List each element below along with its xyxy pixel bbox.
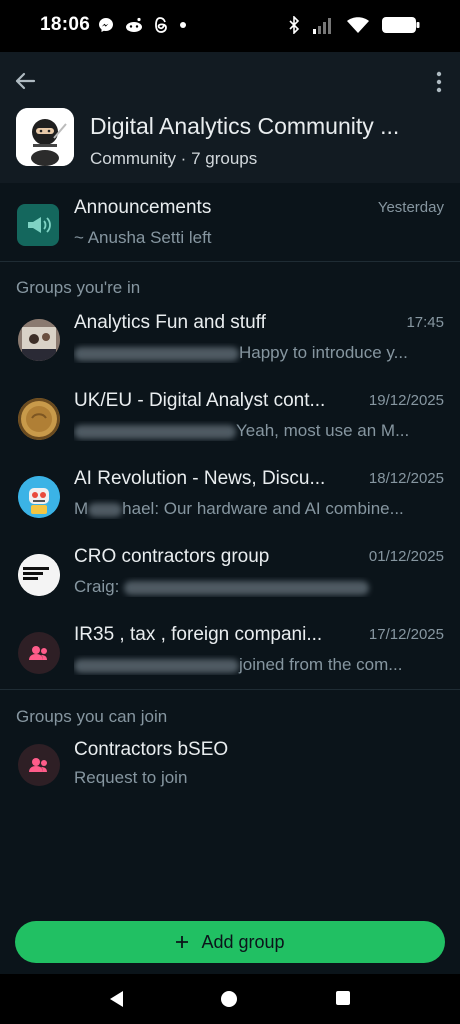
announcements-time: Yesterday <box>377 199 444 216</box>
section-groups-in: Groups you're in <box>16 278 141 297</box>
redacted-sender <box>74 658 239 673</box>
group-row[interactable]: IR35 , tax , foreign compani... 17/12/20… <box>0 619 460 687</box>
group-avatar <box>18 744 60 786</box>
group-people-icon <box>29 758 47 772</box>
add-group-button[interactable]: Add group <box>15 921 445 963</box>
announcements-avatar <box>17 204 59 246</box>
add-group-label: Add group <box>201 931 285 952</box>
dot-icon <box>180 22 186 28</box>
group-name: AI Revolution - News, Discu... <box>74 468 326 489</box>
announcements-message: ~ Anusha Setti left <box>74 228 212 247</box>
group-name: CRO contractors group <box>74 546 270 567</box>
status-time: 18:06 <box>40 14 91 35</box>
plus-icon <box>176 936 189 948</box>
divider <box>0 689 460 690</box>
group-message: Mhael: Our hardware and AI combine... <box>74 499 404 518</box>
ninja-avatar-image <box>16 108 74 166</box>
community-header: Digital Analytics Community ... Communit… <box>0 52 460 183</box>
group-time: 01/12/2025 <box>368 548 444 565</box>
join-status: Request to join <box>74 768 188 787</box>
group-time: 17:45 <box>406 314 444 331</box>
group-name: Analytics Fun and stuff <box>74 312 266 333</box>
group-people-icon <box>29 646 47 660</box>
group-avatar <box>18 476 60 518</box>
coin-avatar-icon <box>18 398 60 440</box>
megaphone-icon <box>28 217 51 233</box>
group-name: IR35 , tax , foreign compani... <box>74 624 323 645</box>
group-avatar <box>18 632 60 674</box>
nav-back-icon[interactable] <box>107 990 125 1008</box>
redacted-sender <box>74 346 239 361</box>
group-row[interactable]: UK/EU - Digital Analyst cont... 19/12/20… <box>0 385 460 453</box>
robot-avatar-icon <box>18 476 60 518</box>
group-time: 17/12/2025 <box>368 626 444 643</box>
group-message: Craig: <box>74 577 434 597</box>
reddit-icon <box>126 17 142 32</box>
messenger-icon <box>99 18 113 32</box>
redacted-name <box>88 502 123 517</box>
community-avatar[interactable] <box>16 108 74 166</box>
threads-icon <box>155 17 167 33</box>
announcements-row[interactable]: Announcements Yesterday ~ Anusha Setti l… <box>0 183 460 261</box>
system-icons <box>288 13 420 37</box>
back-arrow-icon[interactable] <box>12 68 38 94</box>
community-title: Digital Analytics Community ... <box>90 113 400 139</box>
group-row[interactable]: Analytics Fun and stuff 17:45 Happy to i… <box>0 307 460 375</box>
system-nav-bar <box>0 974 460 1024</box>
photo-avatar-icon <box>18 319 60 361</box>
battery-icon <box>382 17 420 33</box>
wifi-icon <box>347 17 369 33</box>
divider <box>0 261 460 262</box>
group-row[interactable]: CRO contractors group 01/12/2025 Craig: <box>0 541 460 609</box>
group-time: 19/12/2025 <box>368 392 444 409</box>
nav-recents-icon[interactable] <box>335 990 351 1006</box>
redacted-message <box>124 580 370 595</box>
group-time: 18/12/2025 <box>368 470 444 487</box>
more-options-icon[interactable] <box>434 70 444 94</box>
bluetooth-icon <box>289 16 300 34</box>
nav-home-icon[interactable] <box>220 990 238 1008</box>
group-name: UK/EU - Digital Analyst cont... <box>74 390 326 411</box>
group-row[interactable]: AI Revolution - News, Discu... 18/12/202… <box>0 463 460 531</box>
group-message: joined from the com... <box>74 655 434 675</box>
group-avatar <box>18 554 60 596</box>
notification-icons <box>98 13 188 37</box>
group-avatar <box>18 398 60 440</box>
group-avatar <box>18 319 60 361</box>
text-image-avatar-icon <box>18 554 60 596</box>
group-message: Yeah, most use an M... <box>74 421 434 441</box>
signal-icon <box>313 18 331 34</box>
community-subtitle: Community · 7 groups <box>90 149 258 168</box>
section-groups-can-join: Groups you can join <box>16 707 168 726</box>
community-screen: Digital Analytics Community ... Communit… <box>0 52 460 974</box>
joinable-group-row[interactable]: Contractors bSEO Request to join <box>0 734 460 802</box>
group-message: Happy to introduce y... <box>74 343 434 363</box>
announcements-name: Announcements <box>74 197 212 218</box>
redacted-sender <box>74 424 236 439</box>
group-name: Contractors bSEO <box>74 739 229 760</box>
status-bar: 18:06 <box>0 0 460 52</box>
